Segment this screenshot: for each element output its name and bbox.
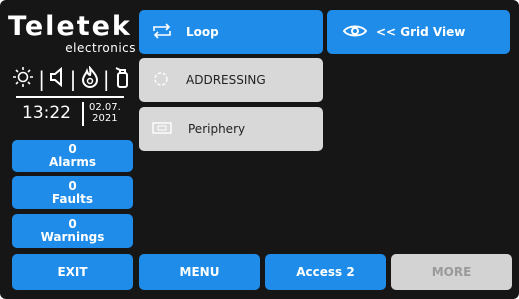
eye-icon <box>342 22 368 43</box>
alarms-label: Alarms <box>48 155 97 169</box>
clock-date-day: 02.07. <box>89 102 121 113</box>
faults-counter-button[interactable]: 0 Faults <box>12 176 133 209</box>
loop-button[interactable]: Loop <box>139 10 323 54</box>
panel-screen: Teletek electronics | | | 13:22 02.07. 2… <box>0 0 519 299</box>
warnings-counter-button[interactable]: 0 Warnings <box>12 214 133 248</box>
periphery-label: Periphery <box>188 122 246 136</box>
exit-button[interactable]: EXIT <box>12 254 133 290</box>
clock-date-year: 2021 <box>92 113 118 124</box>
status-separator: | <box>69 67 77 91</box>
grid-view-button[interactable]: << Grid View <box>327 10 510 54</box>
addressing-icon <box>152 70 170 91</box>
periphery-button[interactable]: Periphery <box>139 107 323 151</box>
sun-icon <box>12 66 34 93</box>
extinguisher-icon <box>114 66 130 93</box>
loop-label: Loop <box>186 25 219 39</box>
status-icons-row: | | | <box>12 64 130 93</box>
brand-subtitle: electronics <box>65 41 136 55</box>
grid-view-label: << Grid View <box>376 25 466 39</box>
status-separator: | <box>38 67 46 91</box>
clock-separator <box>82 102 84 126</box>
brand-logo: Teletek <box>8 11 132 42</box>
more-button[interactable]: MORE <box>391 254 512 290</box>
periphery-icon <box>152 121 172 138</box>
addressing-button[interactable]: ADDRESSING <box>139 58 323 102</box>
speaker-icon <box>49 66 65 92</box>
addressing-label: ADDRESSING <box>186 73 266 87</box>
warnings-label: Warnings <box>40 230 105 244</box>
access-level-button[interactable]: Access 2 <box>265 254 386 290</box>
status-divider <box>16 96 124 98</box>
loop-icon <box>152 22 172 42</box>
alarms-counter-button[interactable]: 0 Alarms <box>12 140 133 172</box>
status-separator: | <box>102 67 110 91</box>
clock-date: 02.07. 2021 <box>89 102 121 124</box>
fire-icon <box>81 64 99 93</box>
faults-label: Faults <box>51 191 94 206</box>
menu-button[interactable]: MENU <box>139 254 260 290</box>
faults-count: 0 <box>68 178 77 193</box>
clock-time: 13:22 <box>22 103 71 123</box>
